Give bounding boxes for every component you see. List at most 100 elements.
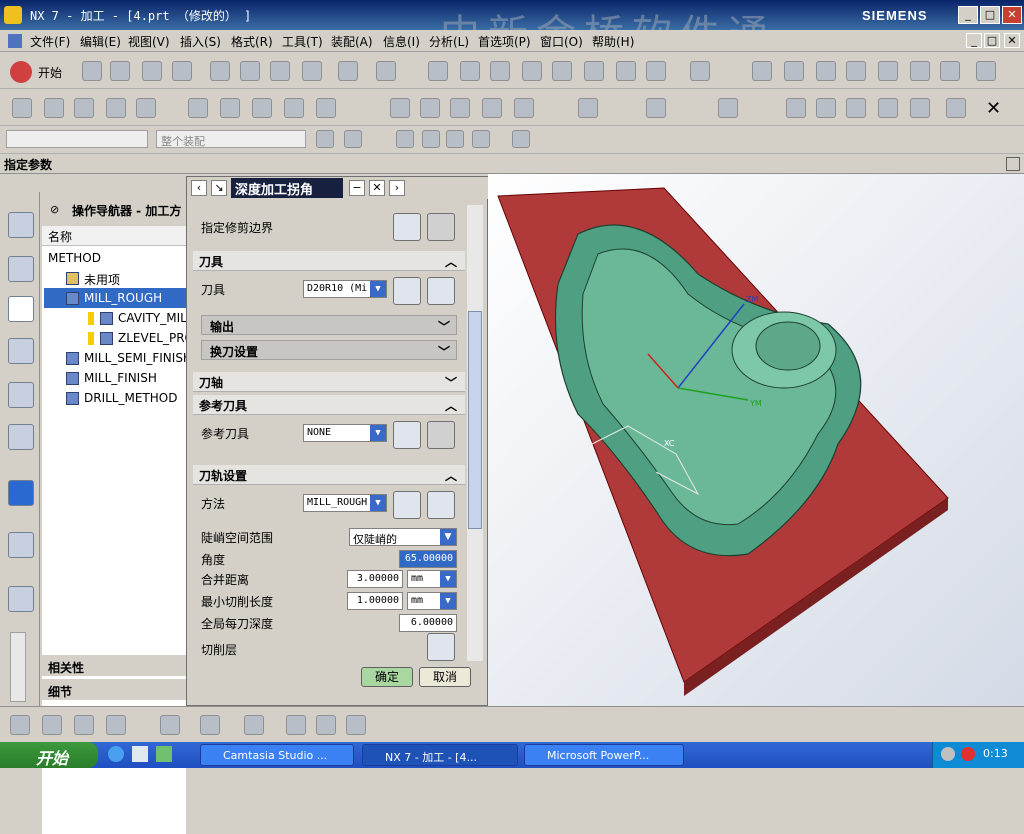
- datum-plane-icon[interactable]: [286, 715, 306, 735]
- edit-method-button[interactable]: [393, 491, 421, 519]
- media-quicklaunch-icon[interactable]: [156, 746, 172, 762]
- geometry-view-icon[interactable]: [74, 715, 94, 735]
- rotate-icon[interactable]: [552, 61, 572, 81]
- list-path-icon[interactable]: [450, 98, 470, 118]
- edit-object-icon[interactable]: [188, 98, 208, 118]
- zoom-window-icon[interactable]: [490, 61, 510, 81]
- solid-icon[interactable]: [786, 98, 806, 118]
- post-process-icon[interactable]: [878, 61, 898, 81]
- tool-change-subsection[interactable]: 换刀设置 ﹀: [201, 340, 457, 360]
- min-cut-unit-dropdown[interactable]: mm ▼: [407, 592, 457, 610]
- create-program-icon[interactable]: [12, 98, 32, 118]
- extrude-icon[interactable]: [910, 98, 930, 118]
- print-icon[interactable]: [172, 61, 192, 81]
- create-tool-icon[interactable]: [44, 98, 64, 118]
- tree-item-method[interactable]: METHOD: [44, 248, 186, 268]
- save-icon[interactable]: [142, 61, 162, 81]
- object-display-icon[interactable]: [346, 715, 366, 735]
- back-icon[interactable]: ‹: [191, 180, 207, 196]
- tree-item-unused[interactable]: 未用项: [44, 268, 186, 288]
- name-column-header[interactable]: 名称: [42, 226, 186, 246]
- doc-close-button[interactable]: ✕: [1004, 33, 1020, 48]
- wcs-orient-icon[interactable]: [784, 61, 804, 81]
- history-icon[interactable]: [8, 586, 34, 612]
- new-method-button[interactable]: [427, 491, 455, 519]
- start-menu-button[interactable]: 开始: [38, 64, 62, 81]
- point-icon[interactable]: [816, 98, 836, 118]
- program-order-view-icon[interactable]: [10, 715, 30, 735]
- generate-path-icon[interactable]: [816, 61, 836, 81]
- point-constructor-icon[interactable]: [200, 715, 220, 735]
- assembly-filter-dropdown[interactable]: 整个装配: [156, 130, 306, 148]
- tree-item-mill-rough[interactable]: MILL_ROUGH: [44, 288, 186, 308]
- replay-icon[interactable]: [420, 98, 440, 118]
- machine-tool-nav-icon[interactable]: [8, 338, 34, 364]
- pin-icon[interactable]: ⊘: [50, 203, 59, 216]
- simulate-icon[interactable]: [482, 98, 502, 118]
- fit-icon[interactable]: [428, 61, 448, 81]
- doc-icon[interactable]: [646, 98, 666, 118]
- scroll-thumb[interactable]: [468, 311, 482, 529]
- menu-view[interactable]: 视图(V): [128, 33, 170, 50]
- zoom-icon[interactable]: [460, 61, 480, 81]
- tree-item-drill-method[interactable]: DRILL_METHOD: [44, 388, 186, 408]
- global-depth-input[interactable]: 6.00000: [399, 614, 457, 632]
- display-boundary-button[interactable]: [427, 213, 455, 241]
- method-dropdown[interactable]: MILL_ROUGH ▼: [303, 494, 387, 512]
- shaded-cube-icon[interactable]: [646, 61, 666, 81]
- menu-info[interactable]: 信息(I): [383, 33, 420, 50]
- details-section[interactable]: 细节: [42, 678, 186, 700]
- path-settings-header[interactable]: 刀轨设置 ︿: [193, 465, 465, 485]
- paste-object-icon[interactable]: [284, 98, 304, 118]
- cut-object-icon[interactable]: [220, 98, 240, 118]
- menu-format[interactable]: 格式(R): [231, 33, 273, 50]
- paste-icon[interactable]: [270, 61, 290, 81]
- select-face-icon[interactable]: [396, 130, 414, 148]
- sketch-icon[interactable]: [878, 98, 898, 118]
- select-filter-icon[interactable]: [376, 61, 396, 81]
- dependency-section[interactable]: 相关性: [42, 654, 186, 676]
- close-window-button[interactable]: ✕: [1002, 6, 1022, 24]
- filter-icon[interactable]: [316, 130, 334, 148]
- min-cut-length-input[interactable]: 1.00000: [347, 592, 403, 610]
- tree-item-mill-semi-finish[interactable]: MILL_SEMI_FINISH: [44, 348, 186, 368]
- angle-input[interactable]: 65.00000: [399, 550, 457, 568]
- collapse-icon[interactable]: −: [349, 180, 365, 196]
- operation-nav-icon[interactable]: [8, 296, 34, 322]
- merge-distance-input[interactable]: 3.00000: [347, 570, 403, 588]
- ref-tool-section-header[interactable]: 参考刀具 ︿: [193, 395, 465, 415]
- doc-restore-button[interactable]: □: [984, 33, 1000, 48]
- cut-levels-button[interactable]: [427, 633, 455, 661]
- layer-icon[interactable]: [316, 715, 336, 735]
- select-edge-icon[interactable]: [446, 130, 464, 148]
- assembly-nav-icon[interactable]: [8, 212, 34, 238]
- forward-icon[interactable]: ›: [389, 180, 405, 196]
- ie-quicklaunch-icon[interactable]: [108, 746, 124, 762]
- dialog-vscrollbar[interactable]: [467, 205, 483, 661]
- merge-unit-dropdown[interactable]: mm ▼: [407, 570, 457, 588]
- tray-arrow-icon[interactable]: [941, 747, 955, 761]
- ref-tool-dropdown[interactable]: NONE ▼: [303, 424, 387, 442]
- post-icon[interactable]: [514, 98, 534, 118]
- edit-ref-tool-button[interactable]: [393, 421, 421, 449]
- feature-icon[interactable]: [718, 98, 738, 118]
- steep-range-dropdown[interactable]: 仅陡峭的 ▼: [349, 528, 457, 546]
- create-operation-icon[interactable]: [136, 98, 156, 118]
- taskbar-item-camtasia[interactable]: Camtasia Studio ...: [200, 744, 354, 766]
- new-tool-button[interactable]: [427, 277, 455, 305]
- maximize-button[interactable]: □: [980, 6, 1000, 24]
- tree-item-cavity-mill[interactable]: CAVITY_MIL: [44, 308, 186, 328]
- create-method-icon[interactable]: [106, 98, 126, 118]
- edit-tool-button[interactable]: [393, 277, 421, 305]
- prompt-close-icon[interactable]: [1006, 157, 1020, 171]
- menu-preferences[interactable]: 首选项(P): [478, 33, 531, 50]
- taskbar-item-nx[interactable]: NX 7 - 加工 - [4...: [362, 744, 518, 766]
- select-cube-icon[interactable]: [512, 130, 530, 148]
- wcs-icon[interactable]: [752, 61, 772, 81]
- render-style-icon[interactable]: [690, 61, 710, 81]
- minimize-button[interactable]: _: [958, 6, 978, 24]
- measure-icon[interactable]: [976, 61, 996, 81]
- tool-section-header[interactable]: 刀具 ︿: [193, 251, 465, 271]
- selection-icon[interactable]: [940, 61, 960, 81]
- verify-path-icon[interactable]: [846, 61, 866, 81]
